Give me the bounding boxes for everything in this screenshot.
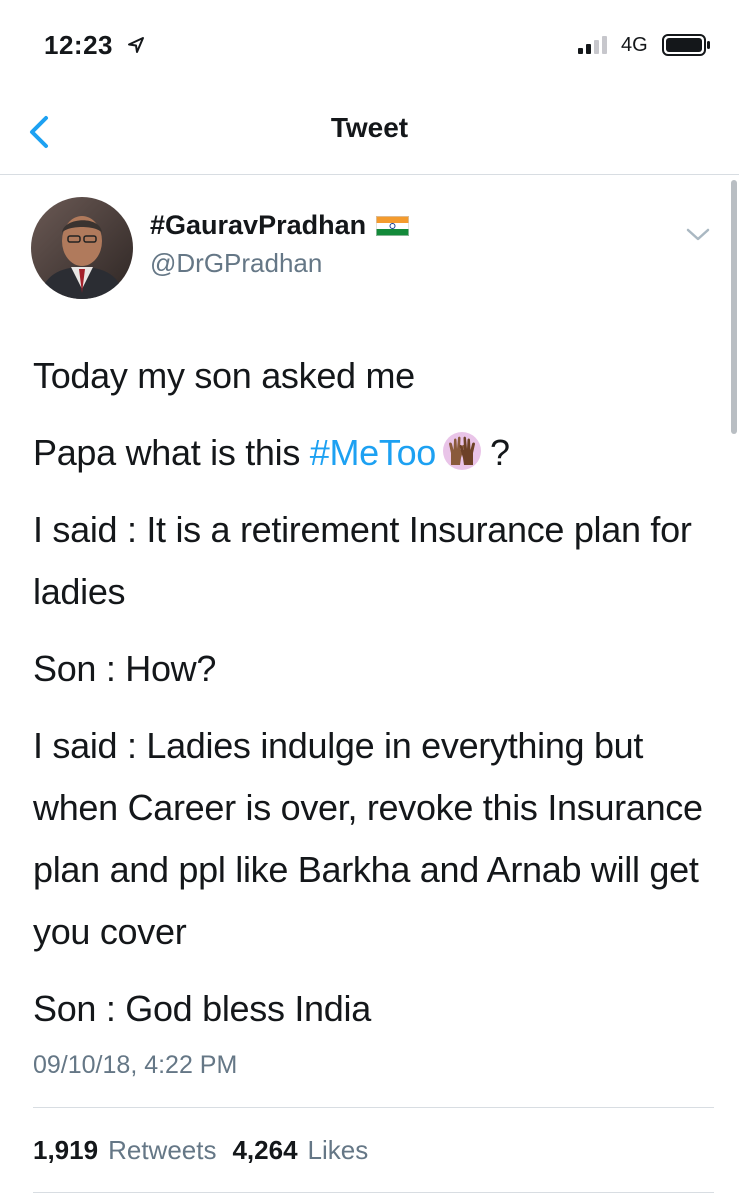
battery-icon xyxy=(662,34,710,56)
tweet-line: Today my son asked me xyxy=(33,355,415,396)
scrollbar-thumb[interactable] xyxy=(731,180,737,434)
avatar[interactable] xyxy=(31,197,133,299)
retweets-label: Retweets xyxy=(108,1135,217,1165)
cellular-signal-icon xyxy=(578,36,607,54)
tweet-line: Papa what is this #MeToo ? xyxy=(33,422,723,484)
navigation-bar: Tweet xyxy=(0,90,739,175)
tweet-stats: 1,919 Retweets 4,264 Likes xyxy=(33,1135,368,1166)
raised-hands-icon xyxy=(443,432,482,470)
retweets-stat[interactable]: 1,919 Retweets xyxy=(33,1135,216,1166)
author-handle[interactable]: @DrGPradhan xyxy=(150,248,322,279)
likes-stat[interactable]: 4,264 Likes xyxy=(232,1135,368,1166)
status-time: 12:23 xyxy=(44,30,113,60)
divider xyxy=(33,1192,714,1193)
location-arrow-icon xyxy=(128,37,144,53)
tweet-line: Son : God bless India xyxy=(33,988,371,1029)
tweet-text: Today my son asked me Papa what is this … xyxy=(33,345,723,1055)
author-name-row[interactable]: #GauravPradhan xyxy=(150,210,410,241)
status-bar: 12:23 4G xyxy=(0,0,739,90)
retweets-count: 1,919 xyxy=(33,1135,99,1165)
page-title: Tweet xyxy=(330,112,409,143)
tweet-line-text: Papa what is this xyxy=(33,432,310,473)
network-type-label: 4G xyxy=(621,34,648,56)
likes-count: 4,264 xyxy=(232,1135,298,1165)
likes-label: Likes xyxy=(307,1135,369,1165)
tweet-timestamp[interactable]: 09/10/18, 4:22 PM xyxy=(33,1051,237,1080)
india-flag-icon xyxy=(376,215,410,236)
divider xyxy=(33,1107,714,1108)
tweet-line: I said : It is a retirement Insurance pl… xyxy=(33,509,692,612)
tweet-line: I said : Ladies indulge in everything bu… xyxy=(33,725,703,952)
hashtag-link[interactable]: #MeToo xyxy=(310,432,437,473)
tweet-menu-button[interactable] xyxy=(685,226,711,244)
tweet-line: Son : How? xyxy=(33,648,217,689)
author-display-name[interactable]: #GauravPradhan xyxy=(150,210,366,241)
tweet-line-text: ? xyxy=(490,432,510,473)
chevron-down-icon xyxy=(686,228,710,241)
